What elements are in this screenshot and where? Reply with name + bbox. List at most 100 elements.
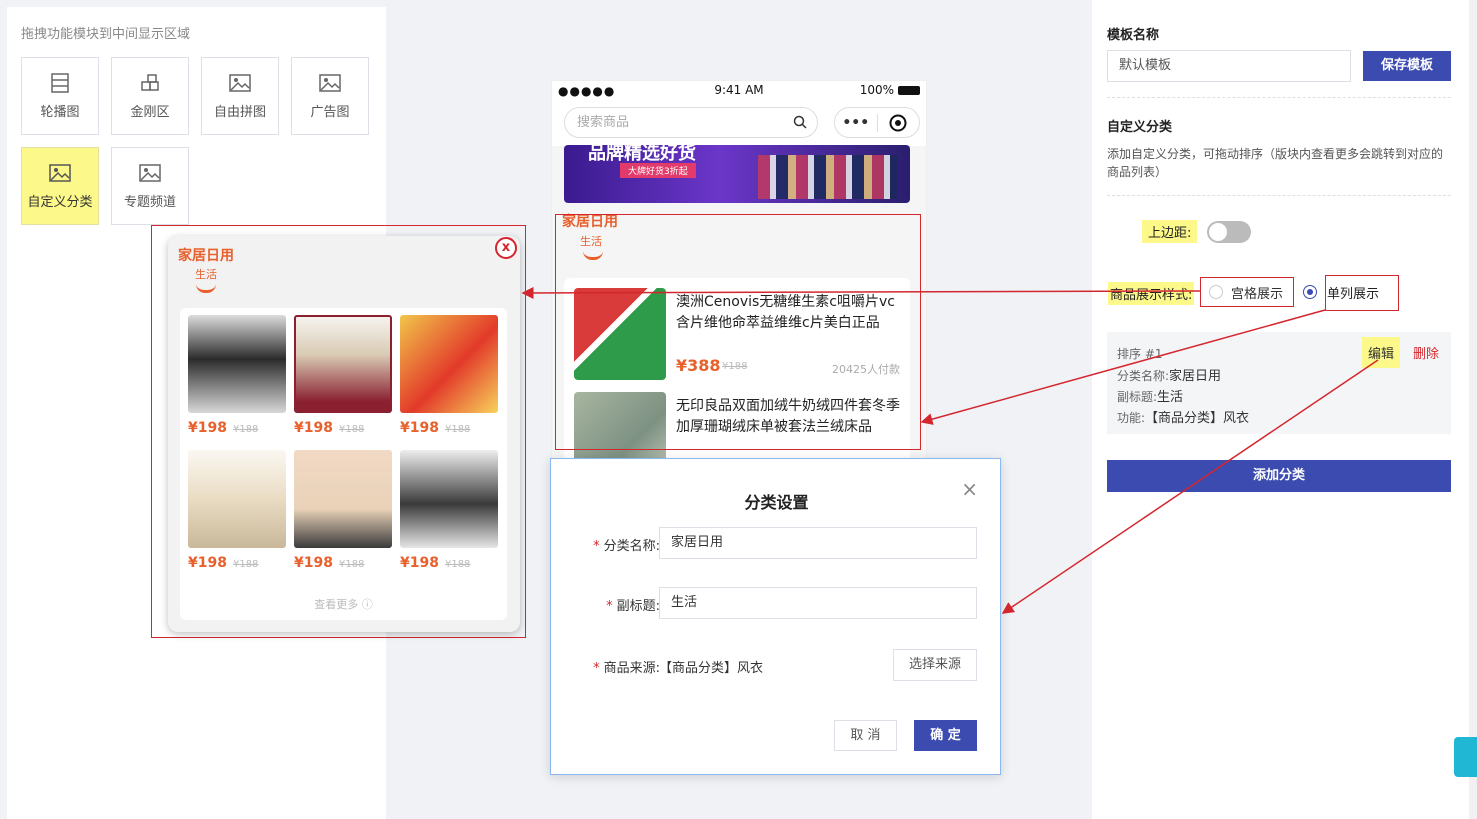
subtitle-label: * 副标题: (606, 599, 660, 614)
preview-category-title: 家居日用 (178, 248, 234, 264)
confirm-button[interactable]: 确 定 (914, 720, 977, 751)
module-ad-image[interactable]: 广告图 (291, 57, 369, 135)
product-image (400, 450, 498, 548)
page-scrollbar[interactable] (1469, 0, 1477, 819)
form-row-source: * 商品来源: 【商品分类】风衣 选择来源 (551, 649, 1002, 681)
grid-style-preview: 家居日用 生活 ¥198 ¥188 ¥198 ¥188 ¥198 ¥188 ¥198 ¥… (168, 236, 520, 632)
add-category-button[interactable]: 添加分类 (1107, 460, 1451, 492)
view-more-link[interactable]: 查看更多 ⓘ (180, 596, 507, 612)
carousel-icon (51, 72, 69, 93)
category-name-input[interactable]: 家居日用 (659, 527, 977, 559)
form-row-name: * 分类名称: 家居日用 (551, 527, 1002, 559)
preview-category-subtitle: 生活 (195, 268, 217, 281)
smile-underline-icon (196, 284, 216, 293)
grid-product[interactable]: ¥198 ¥188 (188, 315, 286, 436)
module-label: 轮播图 (40, 104, 80, 120)
category-sort-card[interactable]: 排序 #1 编辑 删除 分类名称:家居日用 副标题:生活 功能:【商品分类】风衣 (1107, 332, 1451, 434)
grid-product[interactable]: ¥198 ¥188 (294, 315, 392, 436)
product-image (400, 315, 498, 413)
divider (1107, 97, 1451, 98)
grid-price: ¥198 ¥188 (400, 420, 471, 436)
top-margin-label: 上边距: (1142, 220, 1198, 243)
top-margin-toggle[interactable] (1207, 221, 1251, 243)
product-grid: ¥198 ¥188 ¥198 ¥188 ¥198 ¥188 ¥198 ¥188 ¥198… (180, 308, 507, 620)
grid-price: ¥198 ¥188 (294, 420, 365, 436)
annotation-box-single-list (555, 214, 921, 450)
close-icon[interactable]: x (495, 237, 517, 259)
cancel-button[interactable]: 取 消 (834, 720, 897, 751)
battery-status: 100% (860, 83, 920, 97)
product-image (294, 315, 392, 413)
product-image (188, 315, 286, 413)
single-style-radio[interactable] (1303, 285, 1317, 299)
signal-icon: ●●●●● (558, 84, 616, 98)
grid-price: ¥198 ¥188 (294, 555, 365, 571)
grid-product[interactable]: ¥198 ¥188 (400, 450, 498, 571)
product-image (294, 450, 392, 548)
palette-hint: 拖拽功能模块到中间显示区域 (21, 27, 191, 42)
template-name-input[interactable]: 默认模板 (1107, 50, 1351, 82)
section-description: 添加自定义分类，可拖动排序（版块内查看更多会跳转到对应的商品列表） (1107, 147, 1444, 179)
template-name-label: 模板名称 (1107, 28, 1160, 43)
sort-index: 排序 #1 (1117, 347, 1163, 361)
annotation-box-grid-option (1200, 277, 1294, 307)
module-label: 广告图 (310, 104, 350, 120)
banner-products-image (758, 155, 898, 199)
close-icon[interactable]: × (961, 477, 978, 501)
module-label: 专题频道 (123, 194, 176, 210)
card-name-line: 分类名称:家居日用 (1117, 369, 1222, 384)
module-kingkong[interactable]: 金刚区 (111, 57, 189, 135)
customer-service-icon[interactable] (1454, 737, 1477, 777)
source-value: 【商品分类】风衣 (659, 661, 764, 676)
delete-button[interactable]: 删除 (1413, 343, 1439, 362)
status-bar: ●●●●● 9:41 AM 100% (552, 81, 926, 101)
brand-banner[interactable]: 品牌精选好货 大牌好货3折起 (564, 145, 910, 203)
annotation-box-single-option (1325, 275, 1399, 311)
form-row-subtitle: * 副标题: 生活 (551, 587, 1002, 619)
category-name-label: * 分类名称: (593, 539, 660, 554)
display-style-label: 商品展示样式: (1108, 282, 1195, 305)
image-icon (319, 73, 341, 92)
section-title: 自定义分类 (1107, 120, 1173, 135)
status-time: 9:41 AM (714, 83, 764, 97)
module-free-puzzle[interactable]: 自由拼图 (201, 57, 279, 135)
grid-product[interactable]: ¥198 ¥188 (400, 315, 498, 436)
more-dots-icon[interactable]: ••• (835, 115, 877, 131)
dialog-title: 分类设置 (744, 493, 809, 512)
image-icon (229, 73, 251, 92)
toggle-knob (1209, 223, 1227, 241)
banner-title: 品牌精选好货 (588, 145, 696, 164)
battery-percent: 100% (859, 83, 894, 97)
phone-topbar: 搜索商品 ••• (552, 101, 926, 146)
image-icon (49, 163, 71, 182)
product-image (188, 450, 286, 548)
image-icon (139, 163, 161, 182)
card-subtitle-line: 副标题:生活 (1117, 390, 1184, 405)
mini-program-capsule[interactable]: ••• (834, 107, 920, 138)
grid-product[interactable]: ¥198 ¥188 (294, 450, 392, 571)
choose-source-button[interactable]: 选择来源 (893, 649, 977, 681)
phone-search-input[interactable]: 搜索商品 (564, 107, 818, 138)
module-label: 金刚区 (130, 104, 170, 120)
search-placeholder: 搜索商品 (577, 115, 630, 130)
grid-price: ¥198 ¥188 (188, 420, 259, 436)
grid-price: ¥198 ¥188 (188, 555, 259, 571)
battery-icon (898, 85, 920, 95)
module-topic-channel[interactable]: 专题频道 (111, 147, 189, 225)
grid-blocks-icon (141, 73, 159, 91)
module-carousel[interactable]: 轮播图 (21, 57, 99, 135)
save-template-button[interactable]: 保存模板 (1363, 51, 1451, 81)
grid-product[interactable]: ¥198 ¥188 (188, 450, 286, 571)
divider (1107, 195, 1451, 196)
banner-subtitle: 大牌好货3折起 (620, 163, 696, 178)
module-label: 自定义分类 (27, 194, 93, 210)
grid-price: ¥198 ¥188 (400, 555, 471, 571)
edit-button[interactable]: 编辑 (1362, 337, 1401, 368)
settings-panel: 模板名称 默认模板 保存模板 自定义分类 添加自定义分类，可拖动排序（版块内查看… (1092, 0, 1469, 819)
close-target-icon[interactable] (877, 114, 919, 132)
module-label: 自由拼图 (213, 104, 266, 120)
card-function-line: 功能:【商品分类】风衣 (1117, 411, 1250, 426)
subtitle-input[interactable]: 生活 (659, 587, 977, 619)
category-settings-dialog: 分类设置 × * 分类名称: 家居日用 * 副标题: 生活 * 商品来源: 【商品分类… (550, 458, 1001, 775)
module-custom-category[interactable]: 自定义分类 (21, 147, 99, 225)
